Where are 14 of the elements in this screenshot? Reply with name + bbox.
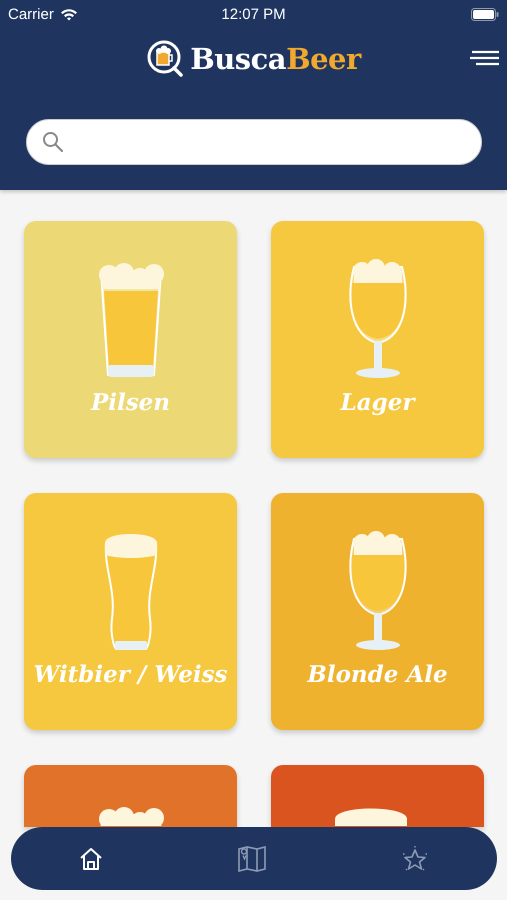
- logo-word: Beer: [286, 42, 361, 76]
- search-field[interactable]: [26, 119, 482, 165]
- beer-style-card[interactable]: [271, 765, 484, 827]
- beer-style-card[interactable]: Lager: [271, 221, 484, 458]
- search-icon: [41, 130, 65, 154]
- battery-icon: [471, 8, 499, 20]
- beer-style-card[interactable]: Blonde Ale: [271, 493, 484, 730]
- wifi-icon: [60, 8, 78, 20]
- beer-style-card[interactable]: Pilsen: [24, 221, 237, 458]
- clock-time: 12:07 PM: [221, 6, 286, 22]
- logo-word: Busca: [190, 42, 286, 76]
- beer-style-card[interactable]: [24, 765, 237, 827]
- beer-style-card[interactable]: Witbier / Weiss: [24, 493, 237, 730]
- carrier-label: Carrier: [8, 6, 54, 22]
